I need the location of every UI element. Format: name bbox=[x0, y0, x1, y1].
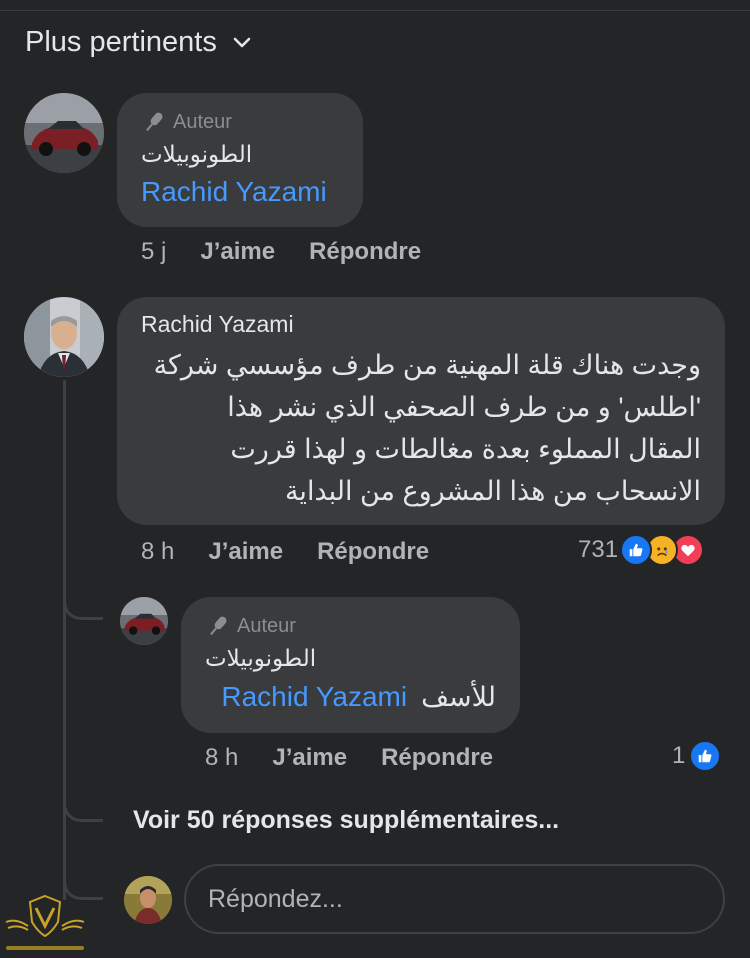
forum-watermark-logo bbox=[5, 894, 85, 950]
avatar-page-car[interactable] bbox=[120, 597, 168, 645]
comment-bubble: Auteur الطونوبيلات Rachid Yazami bbox=[117, 93, 363, 227]
sort-label: Plus pertinents bbox=[25, 26, 217, 58]
reply-button[interactable]: Répondre bbox=[381, 744, 493, 772]
comment-line: وجدت هناك قلة المهنية من طرف مؤسسي شركة bbox=[153, 350, 701, 380]
reaction-count: 731 bbox=[578, 536, 619, 563]
like-button[interactable]: J’aime bbox=[272, 744, 347, 772]
comment-text: وجدت هناك قلة المهنية من طرف مؤسسي شركة … bbox=[141, 344, 701, 512]
like-button[interactable]: J’aime bbox=[208, 538, 283, 566]
avatar-page-car[interactable] bbox=[24, 93, 104, 173]
reply-button[interactable]: Répondre bbox=[309, 238, 421, 266]
microphone-icon bbox=[146, 112, 163, 132]
thread-branch bbox=[63, 800, 103, 822]
like-reaction-icon bbox=[689, 740, 722, 772]
reply-bubble: Auteur الطونوبيلات Rachid Yazami للأسف bbox=[181, 597, 520, 733]
timestamp[interactable]: 5 j bbox=[141, 238, 166, 266]
author-badge-label: Auteur bbox=[237, 614, 296, 637]
mention-link[interactable]: Rachid Yazami bbox=[141, 176, 339, 208]
thread-line bbox=[63, 380, 66, 900]
microphone-icon bbox=[210, 616, 227, 636]
reply-message: للأسف bbox=[421, 682, 496, 712]
comment-author[interactable]: Rachid Yazami bbox=[141, 311, 701, 338]
chevron-down-icon bbox=[233, 37, 251, 47]
author-badge-label: Auteur bbox=[173, 110, 232, 133]
like-reaction-icon bbox=[620, 534, 653, 566]
timestamp[interactable]: 8 h bbox=[205, 744, 238, 772]
reaction-summary[interactable]: 1 bbox=[672, 740, 722, 772]
comment-actions: 8 h J’aime Répondre bbox=[141, 538, 429, 566]
comment-line: الانسحاب من هذا المشروع من البداية bbox=[284, 476, 701, 506]
comment-line: المقال المملوء بعدة مغالطات و لهذا قررت bbox=[230, 434, 701, 464]
reply-input[interactable] bbox=[184, 864, 725, 934]
like-button[interactable]: J’aime bbox=[200, 238, 275, 266]
comment-bubble: Rachid Yazami وجدت هناك قلة المهنية من ط… bbox=[117, 297, 725, 525]
avatar-rachid-yazami[interactable] bbox=[24, 297, 104, 377]
timestamp[interactable]: 8 h bbox=[141, 538, 174, 566]
thread-branch bbox=[63, 598, 103, 620]
mention-link[interactable]: Rachid Yazami bbox=[221, 681, 407, 713]
comment-actions: 5 j J’aime Répondre bbox=[141, 238, 421, 266]
reply-author[interactable]: الطونوبيلات bbox=[205, 645, 496, 672]
comment-author[interactable]: الطونوبيلات bbox=[141, 141, 339, 168]
author-badge: Auteur bbox=[141, 109, 339, 135]
reaction-count: 1 bbox=[672, 742, 686, 769]
reply-text: Rachid Yazami للأسف bbox=[205, 680, 496, 714]
reaction-summary[interactable]: 731 bbox=[578, 534, 705, 566]
author-badge: Auteur bbox=[205, 613, 496, 639]
comment-line: 'اطلس' و من طرف الصحفي الذي نشر هذا bbox=[227, 392, 701, 422]
top-divider bbox=[0, 10, 750, 11]
view-more-replies-link[interactable]: Voir 50 réponses supplémentaires... bbox=[133, 806, 559, 835]
reply-actions: 8 h J’aime Répondre bbox=[205, 744, 493, 772]
reply-button[interactable]: Répondre bbox=[317, 538, 429, 566]
sort-dropdown[interactable]: Plus pertinents bbox=[25, 26, 253, 59]
avatar-current-user[interactable] bbox=[124, 876, 172, 924]
